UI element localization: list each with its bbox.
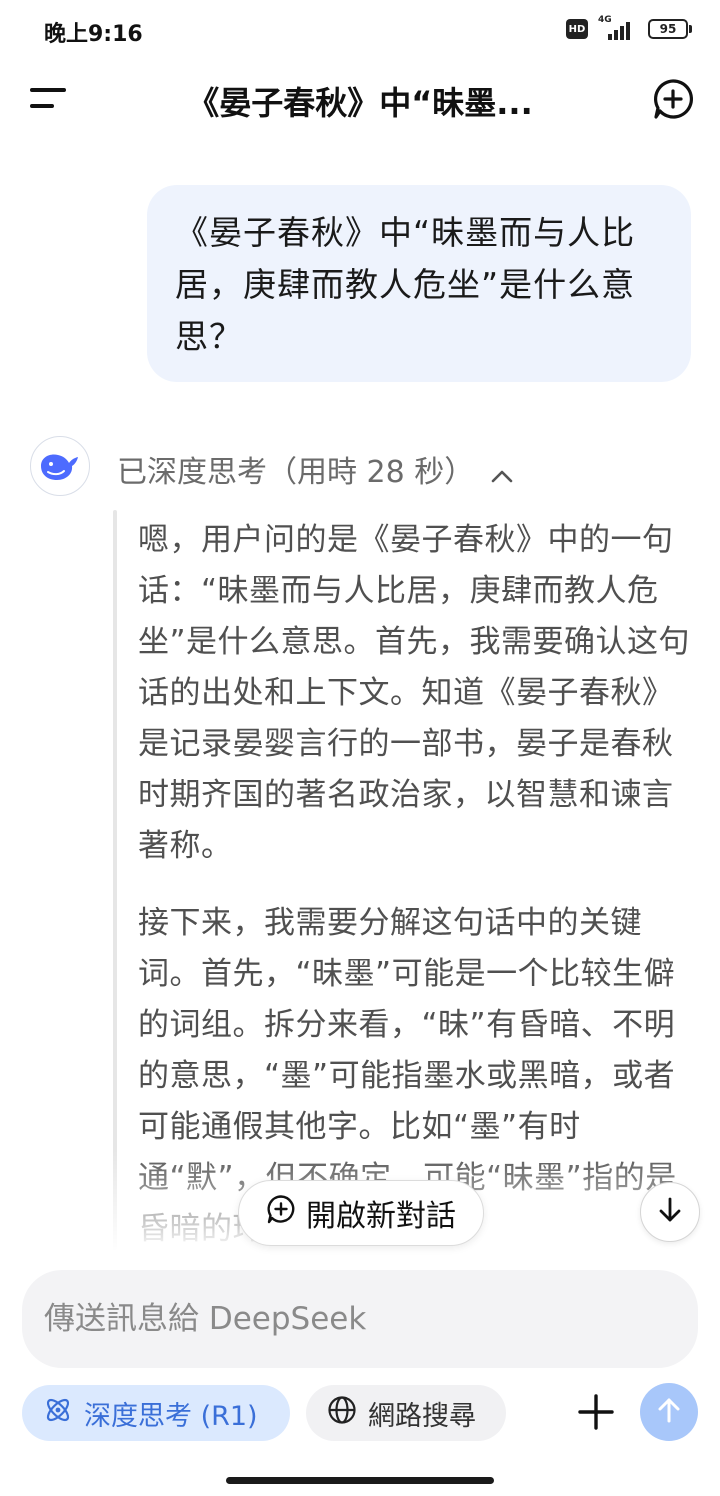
- message-composer: [22, 1270, 698, 1368]
- thinking-toggle[interactable]: 已深度思考（用時 28 秒）: [117, 447, 514, 491]
- thinking-divider: [113, 510, 117, 1250]
- battery-icon: 95: [648, 19, 692, 39]
- status-time: 晚上9:16: [44, 22, 143, 47]
- new-chat-label: 開啟新對話: [306, 1199, 456, 1234]
- thinking-content: 嗯，用户问的是《晏子春秋》中的一句话：“昧墨而与人比居，庚肆而教人危坐”是什么意…: [138, 515, 696, 1245]
- thinking-label: 已深度思考（用時 28 秒）: [117, 455, 475, 490]
- web-search-label: 網路搜尋: [368, 1400, 476, 1432]
- hd-icon: HD: [566, 19, 588, 39]
- home-indicator[interactable]: [226, 1477, 494, 1484]
- new-chat-icon: [266, 1194, 296, 1232]
- deep-think-toggle[interactable]: 深度思考 (R1): [22, 1385, 290, 1441]
- new-chat-button[interactable]: 開啟新對話: [238, 1180, 484, 1246]
- message-input[interactable]: [44, 1296, 664, 1342]
- deepseek-whale-icon: [30, 436, 90, 496]
- page-title: 《晏子春秋》中“昧墨...: [187, 84, 533, 122]
- new-chat-icon[interactable]: [652, 78, 694, 120]
- deep-think-label: 深度思考 (R1): [84, 1400, 258, 1432]
- signal-icon: 4G: [598, 15, 638, 40]
- arrow-up-icon: [654, 1395, 684, 1429]
- menu-icon[interactable]: [26, 80, 70, 120]
- status-bar: 晚上9:16 HD 4G 95: [0, 0, 720, 60]
- top-bar: 《晏子春秋》中“昧墨...: [0, 60, 720, 140]
- signal-bars: [608, 22, 630, 40]
- thinking-paragraph: 嗯，用户问的是《晏子春秋》中的一句话：“昧墨而与人比居，庚肆而教人危坐”是什么意…: [138, 522, 691, 864]
- battery-level: 95: [648, 19, 688, 39]
- web-search-toggle[interactable]: 網路搜尋: [306, 1385, 506, 1441]
- chevron-up-icon: [490, 459, 514, 483]
- plus-icon[interactable]: [572, 1388, 620, 1436]
- user-message-bubble: 《晏子春秋》中“昧墨而与人比居，庚肆而教人危坐”是什么意思？: [147, 185, 691, 382]
- atom-icon: [42, 1394, 74, 1433]
- globe-icon: [326, 1394, 358, 1433]
- scroll-to-bottom-button[interactable]: [640, 1182, 700, 1242]
- arrow-down-icon: [655, 1195, 685, 1229]
- send-button[interactable]: [640, 1383, 698, 1441]
- status-icons: HD 4G 95: [566, 15, 692, 40]
